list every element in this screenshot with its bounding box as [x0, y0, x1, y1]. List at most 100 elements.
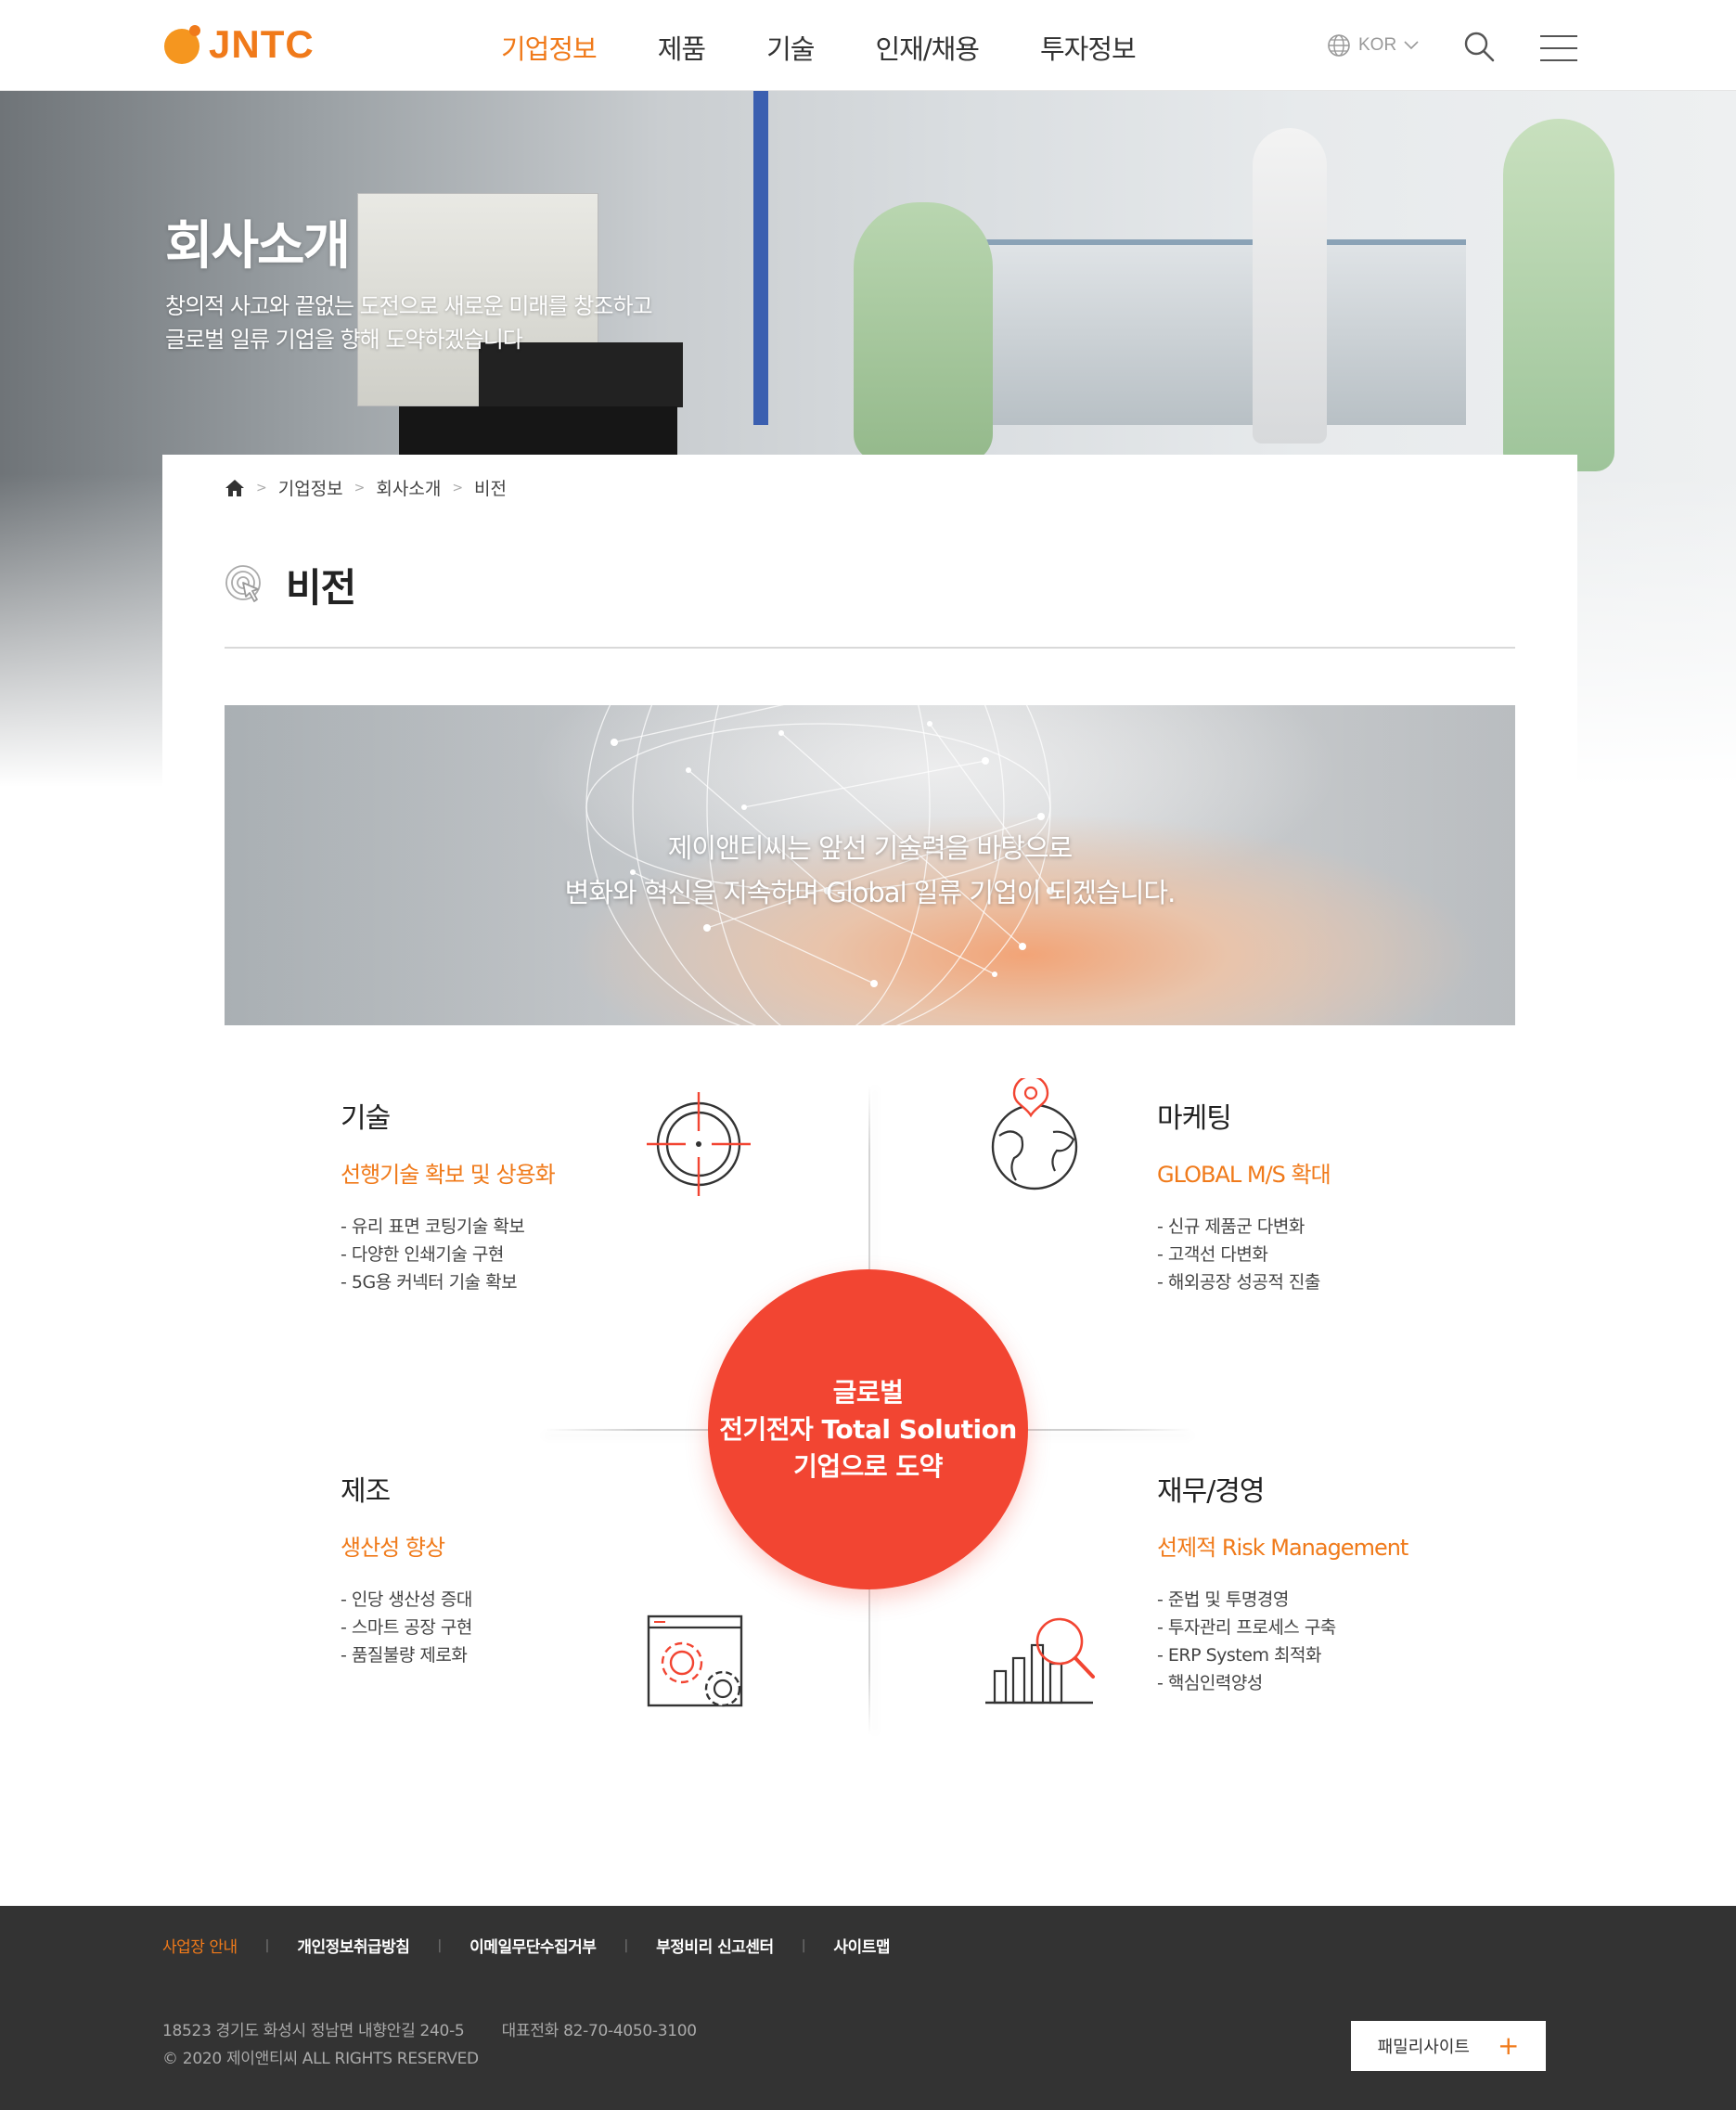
- list-item: - 5G용 커넥터 기술 확보: [341, 1272, 518, 1293]
- quadrant-title: 기술: [341, 1102, 391, 1135]
- vision-line: 제이앤티씨는 앞선 기술력을 바탕으로: [667, 832, 1074, 864]
- footer-phone: 대표전화 82-70-4050-3100: [501, 2022, 697, 2040]
- breadcrumb: > 기업정보 > 회사소개 > 비전: [225, 475, 507, 500]
- search-icon[interactable]: [1462, 30, 1496, 63]
- family-site-label: 패밀리사이트: [1377, 2038, 1470, 2057]
- footer-address: 18523 경기도 화성시 정남면 내향안길 240-5: [162, 2022, 465, 2040]
- footer-link-locations[interactable]: 사업장 안내: [162, 1934, 238, 1957]
- chevron-down-icon: [1404, 41, 1419, 50]
- quadrant-list: - 준법 및 투명경영 - 투자관리 프로세스 구축 - ERP System …: [1157, 1586, 1510, 1697]
- hero-bg-worker: [854, 202, 993, 462]
- center-goal-text: 글로벌 전기전자 Total Solution 기업으로 도약: [719, 1374, 1017, 1486]
- center-goal-circle: 글로벌 전기전자 Total Solution 기업으로 도약: [708, 1269, 1028, 1589]
- main-nav: 기업정보 제품 기술 인재/채용 투자정보: [501, 28, 1197, 67]
- strategy-diagram: 기술 선행기술 확보 및 상용화 - 유리 표면 코팅기술 확보 - 다양한 인…: [162, 1067, 1577, 1754]
- target-click-icon: [225, 564, 261, 602]
- list-item: - ERP System 최적화: [1157, 1645, 1321, 1666]
- quadrant-subtitle: GLOBAL M/S 확대: [1157, 1162, 1331, 1188]
- hamburger-menu-icon[interactable]: [1540, 35, 1577, 61]
- vision-line: 변화와 혁신을 지속하며 Global 일류 기업이 되겠습니다.: [564, 877, 1177, 908]
- globe-icon: [1328, 34, 1350, 57]
- jntc-logo[interactable]: JNTC: [162, 20, 315, 69]
- footer-link-privacy[interactable]: 개인정보취급방침: [297, 1934, 410, 1957]
- home-icon[interactable]: [225, 478, 245, 498]
- list-item: - 투자관리 프로세스 구축: [1157, 1617, 1336, 1638]
- chart-magnifier-icon: [985, 1617, 1095, 1705]
- quadrant-manufacturing: 제조 생산성 향상 - 인당 생산성 증대 - 스마트 공장 구현 - 품질불량…: [341, 1468, 693, 1669]
- footer-links: 사업장 안내 | 개인정보취급방침 | 이메일무단수집거부 | 부정비리 신고센…: [162, 1934, 890, 1958]
- quadrant-marketing: 마케팅 GLOBAL M/S 확대 - 신규 제품군 다변화 - 고객선 다변화…: [1157, 1095, 1510, 1296]
- center-line: 전기전자 Total Solution: [719, 1413, 1017, 1445]
- page-title: 비전: [286, 565, 356, 611]
- breadcrumb-separator: >: [452, 480, 464, 495]
- breadcrumb-item-about[interactable]: 회사소개: [376, 475, 441, 500]
- title-divider: [225, 647, 1515, 649]
- list-item: - 품질불량 제로화: [341, 1645, 468, 1666]
- center-line: 글로벌: [832, 1376, 904, 1408]
- footer-link-ethics-report[interactable]: 부정비리 신고센터: [656, 1934, 774, 1957]
- footer-separator: |: [264, 1937, 270, 1953]
- breadcrumb-separator: >: [354, 480, 366, 495]
- footer-copyright: © 2020 제이앤티씨 ALL RIGHTS RESERVED: [162, 2050, 479, 2068]
- quadrant-finance: 재무/경영 선제적 Risk Management - 준법 및 투명경영 - …: [1157, 1468, 1510, 1697]
- quadrant-subtitle: 선행기술 확보 및 상용화: [341, 1162, 556, 1188]
- breadcrumb-separator: >: [256, 480, 267, 495]
- site-footer: 사업장 안내 | 개인정보취급방침 | 이메일무단수집거부 | 부정비리 신고센…: [0, 1906, 1736, 2110]
- hero-subtitle-line: 창의적 사고와 끝없는 도전으로 새로운 미래를 창조하고: [165, 293, 653, 319]
- logo-text: JNTC: [209, 22, 315, 66]
- footer-link-email-policy[interactable]: 이메일무단수집거부: [469, 1934, 597, 1957]
- list-item: - 인당 생산성 증대: [341, 1589, 472, 1610]
- breadcrumb-item-company[interactable]: 기업정보: [278, 475, 343, 500]
- footer-separator: |: [624, 1937, 629, 1953]
- quadrant-title: 재무/경영: [1157, 1475, 1266, 1508]
- quadrant-title: 제조: [341, 1475, 391, 1508]
- hero-subtitle: 창의적 사고와 끝없는 도전으로 새로운 미래를 창조하고 글로벌 일류 기업을…: [165, 289, 653, 356]
- list-item: - 준법 및 투명경영: [1157, 1589, 1289, 1610]
- quadrant-subtitle: 생산성 향상: [341, 1535, 445, 1561]
- list-item: - 핵심인력양성: [1157, 1673, 1263, 1693]
- footer-separator: |: [437, 1937, 443, 1953]
- footer-separator: |: [801, 1937, 806, 1953]
- hero-bg-worker: [1503, 119, 1614, 471]
- quadrant-subtitle: 선제적 Risk Management: [1157, 1535, 1408, 1561]
- hero-bg-worker: [1253, 128, 1327, 444]
- hero-subtitle-line: 글로벌 일류 기업을 향해 도약하겠습니다: [165, 327, 523, 353]
- quadrant-title: 마케팅: [1157, 1102, 1232, 1135]
- jntc-logo-mark-icon: [164, 25, 200, 64]
- content-card: > 기업정보 > 회사소개 > 비전 비전 제이앤티씨는 앞선 기술력을 바탕으…: [162, 455, 1577, 1884]
- quadrant-list: - 인당 생산성 증대 - 스마트 공장 구현 - 품질불량 제로화: [341, 1586, 693, 1669]
- page-title-block: 비전: [225, 557, 356, 613]
- hero-title: 회사소개: [165, 216, 351, 277]
- nav-item-investors[interactable]: 투자정보: [1040, 28, 1137, 67]
- list-item: - 유리 표면 코팅기술 확보: [341, 1216, 525, 1237]
- nav-item-products[interactable]: 제품: [658, 28, 706, 67]
- gear-window-icon: [647, 1615, 743, 1707]
- utility-bar: KOR: [1327, 33, 1419, 58]
- family-site-button[interactable]: 패밀리사이트 +: [1351, 2021, 1546, 2071]
- hero-bg-pillar: [753, 91, 768, 425]
- hero-bg-workbench: [965, 239, 1466, 425]
- list-item: - 다양한 인쇄기술 구현: [341, 1244, 504, 1265]
- footer-company-info: 18523 경기도 화성시 정남면 내향안길 240-5 대표전화 82-70-…: [162, 2017, 697, 2073]
- list-item: - 고객선 다변화: [1157, 1244, 1268, 1265]
- list-item: - 스마트 공장 구현: [341, 1617, 472, 1638]
- footer-link-sitemap[interactable]: 사이트맵: [833, 1934, 890, 1957]
- center-line: 기업으로 도약: [793, 1450, 943, 1482]
- vision-statement: 제이앤티씨는 앞선 기술력을 바탕으로 변화와 혁신을 지속하며 Global …: [225, 826, 1515, 915]
- nav-item-company[interactable]: 기업정보: [501, 28, 598, 67]
- breadcrumb-item-vision[interactable]: 비전: [474, 475, 507, 500]
- nav-item-technology[interactable]: 기술: [766, 28, 815, 67]
- globe-pin-icon: [991, 1078, 1078, 1190]
- quadrant-list: - 유리 표면 코팅기술 확보 - 다양한 인쇄기술 구현 - 5G용 커넥터 …: [341, 1213, 693, 1296]
- language-label: KOR: [1358, 35, 1397, 55]
- quadrant-tech: 기술 선행기술 확보 및 상용화 - 유리 표면 코팅기술 확보 - 다양한 인…: [341, 1095, 693, 1296]
- site-header: JNTC 기업정보 제품 기술 인재/채용 투자정보 KOR: [0, 0, 1736, 91]
- quadrant-list: - 신규 제품군 다변화 - 고객선 다변화 - 해외공장 성공적 진출: [1157, 1213, 1510, 1296]
- language-selector[interactable]: KOR: [1327, 33, 1419, 58]
- nav-item-careers[interactable]: 인재/채용: [875, 28, 979, 67]
- target-icon: [647, 1092, 751, 1196]
- list-item: - 해외공장 성공적 진출: [1157, 1272, 1320, 1293]
- vision-banner: 제이앤티씨는 앞선 기술력을 바탕으로 변화와 혁신을 지속하며 Global …: [225, 705, 1515, 1025]
- list-item: - 신규 제품군 다변화: [1157, 1216, 1305, 1237]
- plus-icon: +: [1497, 2030, 1520, 2061]
